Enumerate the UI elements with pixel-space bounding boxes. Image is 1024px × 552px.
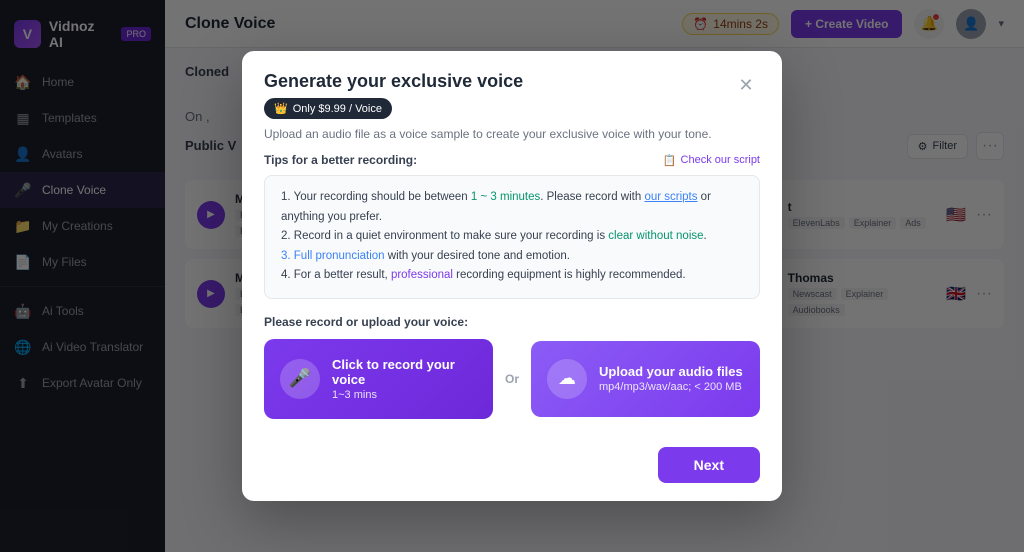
tip-text: with your desired tone and emotion. (385, 250, 570, 262)
upload-btn-text: Upload your audio files mp4/mp3/wav/aac;… (599, 364, 743, 393)
upload-btn-sub: mp4/mp3/wav/aac; < 200 MB (599, 381, 743, 393)
next-button[interactable]: Next (658, 447, 760, 483)
tip-item-4: 4. For a better result, professional rec… (281, 266, 743, 286)
tips-list: 1. Your recording should be between 1 ~ … (281, 188, 743, 286)
record-options: 🎤 Click to record your voice 1~3 mins Or… (264, 339, 760, 419)
tip-text: . (704, 230, 707, 242)
tip-text: recording equipment is highly recommende… (453, 269, 686, 281)
record-btn-main: Click to record your voice (332, 357, 477, 387)
upload-audio-button[interactable]: ☁ Upload your audio files mp4/mp3/wav/aa… (531, 341, 760, 417)
modal-close-button[interactable]: ✕ (732, 71, 760, 99)
script-icon: 📋 (663, 154, 677, 167)
generate-voice-modal: Generate your exclusive voice 👑 Only $9.… (242, 51, 782, 501)
tip-highlight: 3. Full pronunciation (281, 250, 385, 262)
tip-item-2: 2. Record in a quiet environment to make… (281, 227, 743, 247)
microphone-icon: 🎤 (280, 359, 320, 399)
tips-label: Tips for a better recording: (264, 153, 417, 167)
tip-item-3: 3. Full pronunciation with your desired … (281, 247, 743, 267)
crown-icon: 👑 (274, 102, 288, 115)
modal-body: Tips for a better recording: 📋 Check our… (242, 153, 782, 435)
tip-text: . Please record with (540, 191, 644, 203)
or-divider: Or (505, 372, 519, 386)
modal-price-badge: 👑 Only $9.99 / Voice (264, 98, 392, 119)
tip-highlight: clear without noise (608, 230, 703, 242)
modal-subtitle: Upload an audio file as a voice sample t… (264, 127, 732, 141)
check-script-link[interactable]: 📋 Check our script (663, 154, 760, 167)
modal-title-area: Generate your exclusive voice 👑 Only $9.… (264, 71, 732, 141)
tips-header: Tips for a better recording: 📋 Check our… (264, 153, 760, 167)
record-voice-button[interactable]: 🎤 Click to record your voice 1~3 mins (264, 339, 493, 419)
modal-overlay[interactable]: Generate your exclusive voice 👑 Only $9.… (0, 0, 1024, 552)
tip-text: 2. Record in a quiet environment to make… (281, 230, 608, 242)
modal-title: Generate your exclusive voice (264, 71, 732, 92)
price-text: Only $9.99 / Voice (293, 103, 382, 115)
tip-highlight: 1 ~ 3 minutes (471, 191, 540, 203)
record-label: Please record or upload your voice: (264, 315, 760, 329)
tips-box: 1. Your recording should be between 1 ~ … (264, 175, 760, 299)
tip-item-1: 1. Your recording should be between 1 ~ … (281, 188, 743, 227)
upload-icon: ☁ (547, 359, 587, 399)
record-btn-sub: 1~3 mins (332, 389, 477, 401)
upload-btn-main: Upload your audio files (599, 364, 743, 379)
tip-highlight: professional (391, 269, 453, 281)
our-scripts-link[interactable]: our scripts (644, 191, 697, 203)
tip-text: 4. For a better result, (281, 269, 391, 281)
modal-header: Generate your exclusive voice 👑 Only $9.… (242, 51, 782, 153)
record-btn-text: Click to record your voice 1~3 mins (332, 357, 477, 401)
tip-text: 1. Your recording should be between (281, 191, 471, 203)
check-script-text: Check our script (681, 154, 760, 166)
modal-footer: Next (242, 435, 782, 501)
